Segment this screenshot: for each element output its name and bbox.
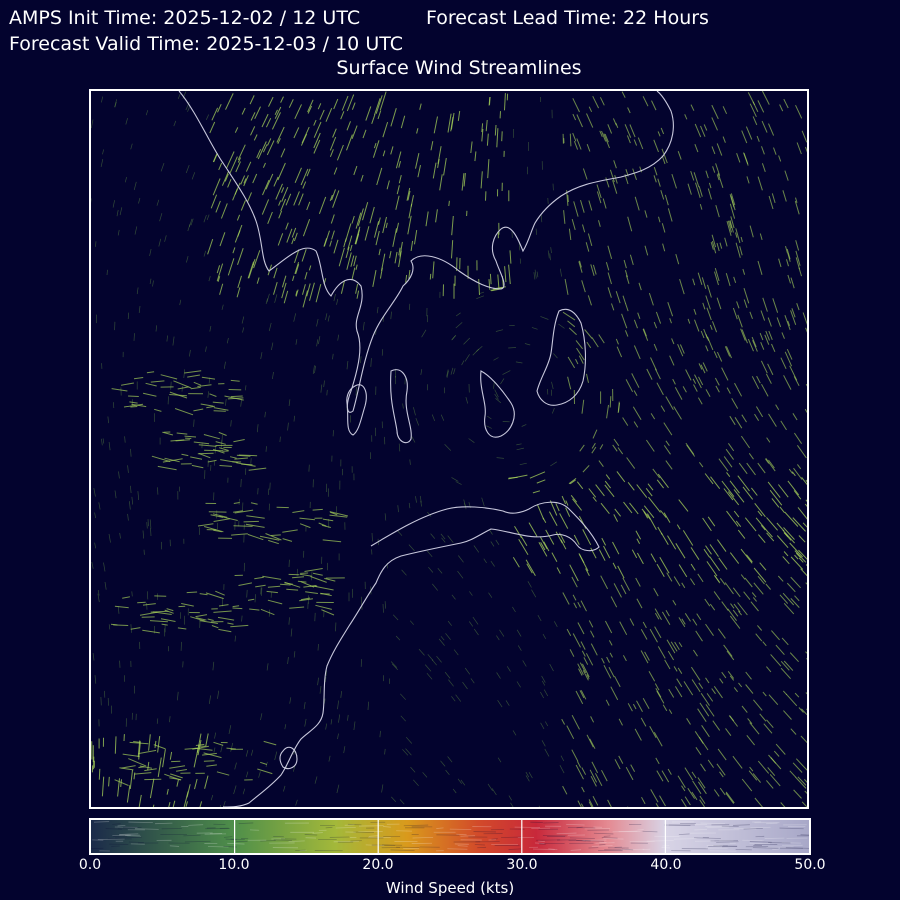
init-time-label: AMPS Init Time: 2025-12-02 / 12 UTC bbox=[9, 7, 361, 29]
colorbar-canvas bbox=[91, 820, 809, 853]
colorbar-label: Wind Speed (kts) bbox=[385, 879, 515, 897]
lead-time-label: Forecast Lead Time: 22 Hours bbox=[426, 7, 709, 29]
streamline-map[interactable] bbox=[89, 89, 809, 809]
colorbar-tick-label: 10.0 bbox=[218, 857, 250, 873]
colorbar-tick-label: 50.0 bbox=[794, 857, 826, 873]
coastline-island-east bbox=[536, 308, 586, 406]
coastline-inlet bbox=[480, 370, 515, 438]
colorbar-tick-label: 40.0 bbox=[650, 857, 682, 873]
coastline-peninsula-a bbox=[390, 369, 412, 444]
coastline-north bbox=[178, 91, 674, 413]
wind-streamlines bbox=[91, 91, 807, 807]
colorbar-tick-label: 0.0 bbox=[78, 857, 102, 873]
colorbar-tick-label: 20.0 bbox=[362, 857, 394, 873]
map-title: Surface Wind Streamlines bbox=[336, 57, 582, 79]
valid-time-label: Forecast Valid Time: 2025-12-03 / 10 UTC bbox=[9, 33, 403, 55]
wind-speed-colorbar bbox=[89, 818, 811, 855]
map-canvas bbox=[91, 91, 807, 807]
colorbar-tick-label: 30.0 bbox=[506, 857, 538, 873]
coastline-small-bay bbox=[279, 746, 298, 770]
